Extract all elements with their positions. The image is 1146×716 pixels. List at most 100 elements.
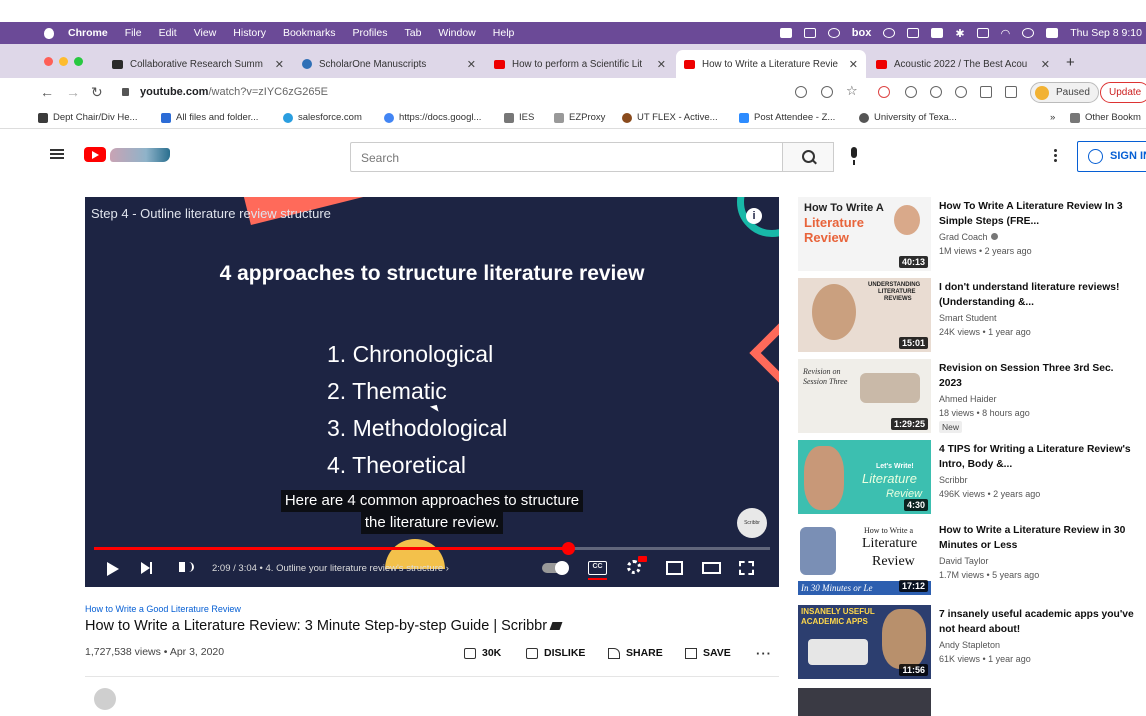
bookmark-university[interactable]: University of Texa... bbox=[859, 112, 957, 123]
puzzle-icon[interactable] bbox=[955, 86, 967, 98]
volume-icon[interactable] bbox=[907, 28, 920, 38]
play-circle-icon[interactable] bbox=[883, 28, 896, 38]
forward-icon[interactable]: → bbox=[66, 84, 80, 100]
zoom-window-button[interactable] bbox=[74, 57, 83, 66]
menu-app-name[interactable]: Chrome bbox=[68, 27, 108, 39]
recommended-video[interactable]: Let's Write! Literature Review 4:30 4 TI… bbox=[798, 440, 1146, 516]
scrubber-handle[interactable] bbox=[561, 542, 575, 555]
menu-help[interactable]: Help bbox=[493, 27, 515, 39]
recommended-video[interactable]: How To Write A Literature Review 40:13 H… bbox=[798, 197, 1146, 273]
address-bar[interactable]: youtube.com/watch?v=zIYC6zG265E bbox=[140, 86, 328, 98]
bookmark-other[interactable]: Other Bookm bbox=[1070, 112, 1141, 123]
video-thumbnail[interactable]: UNDERSTANDING LITERATURE REVIEWS 15:01 bbox=[798, 278, 931, 352]
chapter-label[interactable]: 4. Outline your literature review's stru… bbox=[266, 563, 444, 574]
video-thumbnail[interactable] bbox=[798, 688, 931, 716]
recommended-channel[interactable]: Scribbr bbox=[939, 475, 968, 485]
close-icon[interactable]: ✕ bbox=[467, 58, 476, 71]
search-icon[interactable] bbox=[1022, 28, 1035, 38]
side-panel-icon[interactable] bbox=[1005, 86, 1017, 98]
next-icon[interactable] bbox=[141, 562, 152, 574]
video-thumbnail[interactable]: How To Write A Literature Review 40:13 bbox=[798, 197, 931, 271]
chat-icon[interactable] bbox=[827, 28, 840, 38]
minimize-window-button[interactable] bbox=[59, 57, 68, 66]
bookmark-google-docs[interactable]: https://docs.googl... bbox=[384, 112, 481, 123]
bookmark-ezproxy[interactable]: EZProxy bbox=[554, 112, 605, 123]
extension-icon[interactable] bbox=[930, 86, 942, 98]
reading-list-icon[interactable] bbox=[980, 86, 992, 98]
menu-history[interactable]: History bbox=[233, 27, 266, 39]
video-thumbnail[interactable]: How to Write a Literature Review In 30 M… bbox=[798, 521, 931, 595]
keyboard-icon[interactable] bbox=[931, 28, 944, 38]
volume-icon[interactable] bbox=[179, 562, 194, 572]
recommended-video[interactable]: UNDERSTANDING LITERATURE REVIEWS 15:01 I… bbox=[798, 278, 1146, 354]
recommended-video-title[interactable]: I don't understand literature reviews! (… bbox=[939, 280, 1139, 310]
profile-paused-button[interactable]: Paused bbox=[1030, 82, 1099, 103]
microphone-icon[interactable] bbox=[851, 147, 857, 165]
extension-icon[interactable] bbox=[878, 86, 890, 98]
control-center-icon[interactable] bbox=[1046, 28, 1059, 38]
bookmark-star-icon[interactable]: ☆ bbox=[846, 83, 858, 99]
update-button[interactable]: Update bbox=[1100, 82, 1146, 103]
like-button[interactable]: 30K bbox=[464, 647, 501, 659]
tab-scientific-lit[interactable]: How to perform a Scientific Lit ✕ bbox=[486, 52, 674, 76]
save-button[interactable]: SAVE bbox=[685, 647, 731, 659]
box-icon[interactable]: box bbox=[852, 27, 872, 39]
bookmark-ies[interactable]: IES bbox=[504, 112, 534, 123]
playlist-link[interactable]: How to Write a Good Literature Review bbox=[85, 604, 241, 614]
video-thumbnail[interactable]: Let's Write! Literature Review 4:30 bbox=[798, 440, 931, 514]
youtube-doodle[interactable] bbox=[110, 148, 170, 162]
menu-edit[interactable]: Edit bbox=[159, 27, 177, 39]
recommended-video[interactable]: INSANELY USEFUL ACADEMIC APPS 11:56 7 in… bbox=[798, 605, 1146, 681]
dislike-button[interactable]: DISLIKE bbox=[526, 647, 585, 659]
close-icon[interactable]: ✕ bbox=[275, 58, 284, 71]
recommended-video-title[interactable]: Revision on Session Three 3rd Sec. 2023 bbox=[939, 361, 1139, 391]
bluetooth-icon[interactable]: ✱ bbox=[955, 27, 964, 40]
info-icon[interactable]: i bbox=[746, 208, 762, 224]
search-button[interactable] bbox=[782, 142, 834, 172]
recommended-channel[interactable]: Andy Stapleton bbox=[939, 640, 1000, 650]
channel-watermark[interactable]: Scribbr bbox=[737, 508, 767, 538]
recommended-video-title[interactable]: How To Write A Literature Review In 3 Si… bbox=[939, 199, 1139, 229]
bookmark-salesforce[interactable]: salesforce.com bbox=[283, 112, 362, 123]
bookmark-post-attendee[interactable]: Post Attendee - Z... bbox=[739, 112, 835, 123]
back-icon[interactable]: ← bbox=[40, 84, 54, 100]
menu-tab[interactable]: Tab bbox=[404, 27, 421, 39]
tab-acoustic[interactable]: Acoustic 2022 / The Best Acou ✕ bbox=[868, 52, 1058, 76]
theater-mode-icon[interactable] bbox=[702, 562, 721, 574]
share-button[interactable]: SHARE bbox=[608, 647, 663, 659]
fullscreen-icon[interactable] bbox=[739, 561, 754, 575]
autoplay-toggle[interactable] bbox=[542, 561, 569, 575]
menu-file[interactable]: File bbox=[125, 27, 142, 39]
extension-icon[interactable] bbox=[905, 86, 917, 98]
bookmark-dept-chair[interactable]: Dept Chair/Div He... bbox=[38, 112, 137, 123]
avatar[interactable] bbox=[94, 688, 116, 710]
recommended-video-title[interactable]: How to Write a Literature Review in 30 M… bbox=[939, 523, 1139, 553]
menu-profiles[interactable]: Profiles bbox=[352, 27, 387, 39]
video-player[interactable]: Step 4 - Outline literature review struc… bbox=[85, 197, 779, 587]
recommended-channel[interactable]: Grad Coach bbox=[939, 232, 998, 242]
search-input[interactable]: Search bbox=[350, 142, 782, 172]
bookmark-ut-flex[interactable]: UT FLEX - Active... bbox=[622, 112, 718, 123]
play-icon[interactable] bbox=[107, 562, 119, 576]
tab-collaborative-research[interactable]: Collaborative Research Summ ✕ bbox=[104, 52, 292, 76]
recommended-video[interactable]: Revision on Session Three 1:29:25 Revisi… bbox=[798, 359, 1146, 435]
recommended-channel[interactable]: Smart Student bbox=[939, 313, 997, 323]
reload-icon[interactable]: ↻ bbox=[91, 84, 103, 101]
wifi-icon[interactable]: ◠ bbox=[1001, 27, 1011, 40]
tab-scholarone[interactable]: ScholarOne Manuscripts ✕ bbox=[294, 52, 484, 76]
sign-in-button[interactable]: SIGN IN bbox=[1077, 141, 1146, 172]
video-thumbnail[interactable]: Revision on Session Three 1:29:25 bbox=[798, 359, 931, 433]
miniplayer-icon[interactable] bbox=[666, 561, 683, 575]
share-page-icon[interactable] bbox=[821, 86, 833, 98]
battery-icon[interactable] bbox=[976, 28, 989, 38]
close-icon[interactable]: ✕ bbox=[657, 58, 666, 71]
screen-icon[interactable] bbox=[803, 28, 816, 38]
record-icon[interactable] bbox=[779, 28, 792, 38]
recommended-video-title[interactable]: 4 TIPS for Writing a Literature Review's… bbox=[939, 442, 1139, 472]
new-tab-icon[interactable]: + bbox=[1066, 54, 1075, 71]
cast-icon[interactable] bbox=[795, 86, 807, 98]
menu-view[interactable]: View bbox=[194, 27, 217, 39]
close-window-button[interactable] bbox=[44, 57, 53, 66]
menu-icon[interactable] bbox=[50, 149, 64, 159]
tab-literature-review[interactable]: How to Write a Literature Revie ✕ bbox=[676, 50, 866, 78]
